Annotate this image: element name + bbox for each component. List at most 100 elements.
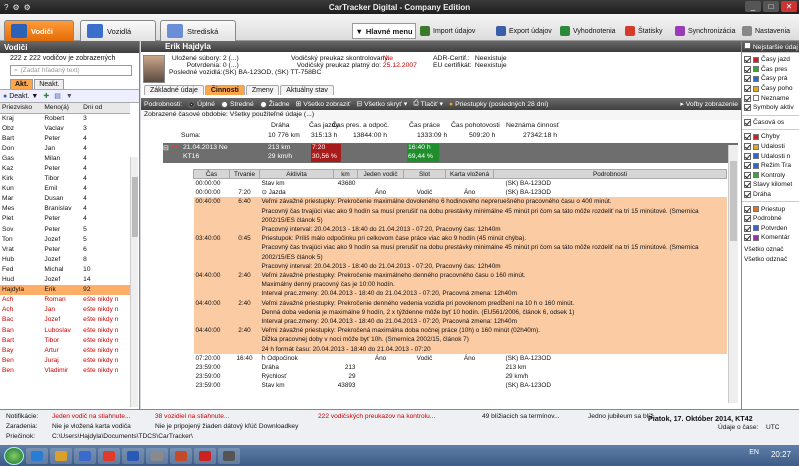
deactivate-button[interactable]: ● Deakt. ▼ [3, 93, 38, 100]
scroll-thumb[interactable] [132, 177, 138, 237]
print-button[interactable]: ⎙ Tlačiť ▾ [413, 100, 443, 108]
table-row[interactable]: 04:40:00 2:40 Veľmi závažné priestupky: Pr… [193, 271, 727, 281]
table-row[interactable]: Bay Artur ešte nikdy n [0, 345, 130, 355]
taskbar-app[interactable] [194, 447, 216, 464]
detail-medium-radio[interactable]: Stredné [220, 100, 254, 108]
time-period-value[interactable]: Všetky použiteľné údaje (...) [230, 111, 314, 118]
import-button[interactable]: Import údajov [420, 23, 475, 39]
col-details[interactable]: Podrobnosti [493, 169, 727, 179]
table-row[interactable]: Pracovný interval: 20.04.2013 - 18:40 do… [193, 261, 727, 272]
statistics-button[interactable]: Štatisky [625, 23, 663, 39]
tab-active-drivers[interactable]: Akt. [10, 79, 34, 89]
table-row[interactable]: Maximálny denný pracovný čas je 10:00 ho… [193, 280, 727, 290]
oldest-data-toggle[interactable]: Nejstaršie údaj [742, 41, 799, 52]
display-option[interactable]: Podrobné [742, 214, 799, 224]
table-row[interactable]: Dĺžka pracovnej doby v noci môže byť 10h… [193, 335, 727, 345]
taskbar-app[interactable] [98, 447, 120, 464]
maximize-button[interactable]: □ [763, 1, 779, 12]
notif-deadlines[interactable]: 49 blížiacich sa termínov... [482, 413, 560, 420]
col-days[interactable]: Dni od [81, 103, 130, 114]
table-row[interactable]: 07:20:00 16:40 Ⴙ Odpočinok Áno Vodič Áno (SK) … [194, 354, 727, 363]
clock[interactable]: 20:27 [771, 450, 791, 459]
display-option[interactable]: Časy poho [742, 84, 799, 94]
main-menu-button[interactable]: ▼ Hlavné menu [352, 23, 416, 39]
table-row[interactable]: 00:40:00 6:40 Veľmi závažné priestupky: Pr… [193, 197, 727, 207]
start-button[interactable] [4, 446, 24, 465]
display-options-button[interactable]: ▸ Voľby zobrazenie [680, 100, 741, 109]
table-row[interactable]: Mar Dusan 4 [0, 194, 130, 204]
table-row[interactable]: Fed Michal 10 [0, 264, 130, 274]
display-option[interactable]: Potvrden [742, 224, 799, 234]
table-row[interactable]: Ben Vladimir ešte nikdy n [0, 365, 130, 375]
table-row[interactable]: Kun Emil 4 [0, 184, 130, 194]
day-row[interactable]: ⊟ ▪ ▪ 21.04.2013 Ne KT16 213 km 29 km/h … [163, 143, 738, 163]
violations-button[interactable]: ● Priestupky (posledných 28 dní) [449, 101, 548, 108]
table-row[interactable]: 23:59:00 Rýchlosť 29 29 km/h [194, 372, 727, 381]
display-option[interactable]: Nezname [742, 93, 799, 103]
folder-path[interactable]: C:\Users\Hajdyla\Documents\TDCS\CarTrack… [52, 433, 193, 440]
display-option[interactable]: Stavy kilomet [742, 180, 799, 190]
language-indicator[interactable]: EN [749, 449, 759, 456]
tab-activities[interactable]: Činnosti [204, 85, 245, 95]
tab-vehicles[interactable]: Vozidlá [80, 20, 156, 41]
notif-license-check[interactable]: 222 vodičských preukazov na kontrolu... [318, 413, 435, 420]
filter-icon[interactable]: ▼ [66, 93, 73, 100]
activities-scrollbar[interactable] [728, 145, 738, 403]
confirmations-value[interactable]: 0 (...) [223, 62, 239, 69]
select-all-link[interactable]: Všetko označ [742, 245, 799, 255]
display-option[interactable]: Dráha [742, 190, 799, 200]
taskbar-app[interactable] [122, 447, 144, 464]
display-option[interactable]: Symboly aktiv [742, 103, 799, 113]
table-row[interactable]: Interval prac.zmeny: 20.04.2013 - 18:40 … [193, 317, 727, 327]
table-row[interactable]: 23:59:00 Stav km 43893 (SK) BA-123OD [194, 381, 727, 390]
notif-driver-download[interactable]: Jeden vodič na stiahnute... [52, 413, 130, 420]
taskbar-app[interactable] [146, 447, 168, 464]
table-row[interactable]: Ben Juraj ešte nikdy n [0, 355, 130, 365]
deselect-all-link[interactable]: Všetko odznač [742, 254, 799, 264]
table-row[interactable]: 24 h formát času: 20.04.2013 - 18:40 do … [193, 344, 727, 354]
sync-button[interactable]: Synchronizácia [675, 23, 735, 39]
table-row[interactable]: Kirk Tibor 4 [0, 174, 130, 184]
display-option[interactable]: Komentár [742, 233, 799, 243]
evaluations-button[interactable]: Vyhodnotenia [560, 23, 616, 39]
display-option[interactable]: Režim Tra [742, 161, 799, 171]
taskbar-app[interactable] [170, 447, 192, 464]
table-row[interactable]: Ach Roman ešte nikdy n [0, 295, 130, 305]
scroll-thumb[interactable] [730, 161, 737, 241]
detail-none-radio[interactable]: Žiadne [259, 100, 290, 108]
col-card-inserted[interactable]: Karta vložená [445, 169, 494, 179]
table-row[interactable]: Interval prac.zmeny: 20.04.2013 - 18:40 … [193, 289, 727, 299]
settings-button[interactable]: Nastavenia [742, 23, 790, 39]
tab-inactive-drivers[interactable]: Neakt. [34, 79, 65, 89]
display-option[interactable]: Udalosti [742, 142, 799, 152]
table-row[interactable]: Gas Milan 4 [0, 153, 130, 163]
table-row[interactable]: Kaz Peter 4 [0, 163, 130, 173]
tab-current-state[interactable]: Aktuálny stav [280, 85, 334, 95]
display-option[interactable]: Udalosti n [742, 151, 799, 161]
display-option[interactable]: Kontroly [742, 171, 799, 181]
notif-vehicle-download[interactable]: 38 vozidiel na stiahnute... [155, 413, 229, 420]
table-row[interactable]: Kraj Robert 3 [0, 113, 130, 123]
col-km[interactable]: km [333, 169, 358, 179]
tab-basic-data[interactable]: Základné údaje [144, 85, 204, 95]
table-row[interactable]: Don Jan 4 [0, 143, 130, 153]
table-row[interactable]: 23:59:00 Dráha 213 213 km [194, 363, 727, 372]
minimize-button[interactable]: _ [745, 1, 761, 12]
table-row[interactable]: 00:00:00 Stav km 43680 (SK) BA-123OD [194, 179, 727, 189]
col-time[interactable]: Čas [193, 169, 230, 179]
col-slot[interactable]: Slot [403, 169, 446, 179]
taskbar-app[interactable] [26, 447, 48, 464]
table-row[interactable]: Hud Jozef 14 [0, 275, 130, 285]
table-row[interactable]: Bart Peter 4 [0, 133, 130, 143]
table-row[interactable]: Pracovný čas trvajúci viac ako 9 hodín s… [193, 206, 727, 226]
table-row[interactable]: Ton Jozef 5 [0, 234, 130, 244]
saved-files-value[interactable]: 2 (...) [223, 55, 239, 62]
show-all-button[interactable]: ⊞ Všetko zobraziť [296, 100, 351, 109]
col-last-name[interactable]: Priezvisko [0, 103, 43, 114]
col-single-driver[interactable]: Jeden vodič [357, 169, 404, 179]
display-option[interactable]: Čas pres [742, 65, 799, 75]
display-option[interactable]: Časy jazd [742, 55, 799, 65]
table-row[interactable]: Denná doba vedenia je maximálne 9 hodín,… [193, 307, 727, 318]
table-row[interactable]: Sov Peter 5 [0, 224, 130, 234]
table-row[interactable]: 04:40:00 2:40 Veľmi závažné priestupky: Pr… [193, 326, 727, 336]
